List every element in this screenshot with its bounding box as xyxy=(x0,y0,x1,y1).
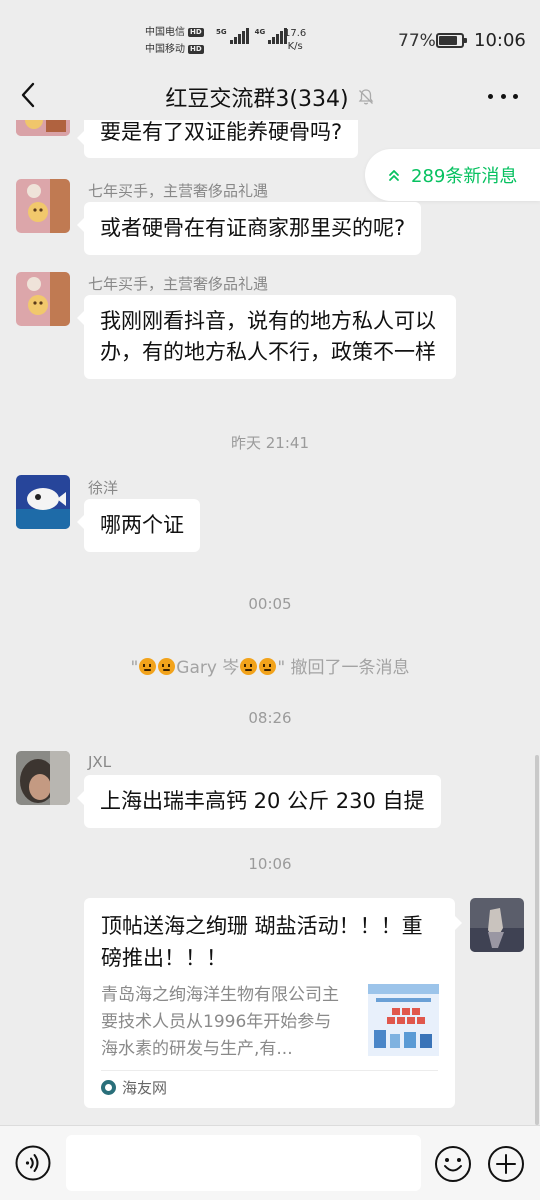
scrollbar[interactable] xyxy=(535,755,539,1125)
signal-strength: 5G 4G xyxy=(216,28,288,44)
link-card-title: 顶帖送海之绚珊 瑚盐活动！！！重磅推出！！！ xyxy=(101,914,423,970)
chat-header: 红豆交流群3(334) xyxy=(0,70,540,120)
link-card[interactable]: 顶帖送海之绚珊 瑚盐活动！！！重磅推出！！！ 青岛海之绚海洋生物有限公司主要技术… xyxy=(84,898,462,1108)
hd-badge: HD xyxy=(188,45,204,54)
plus-icon xyxy=(488,1146,524,1182)
status-time: 10:06 xyxy=(474,30,526,51)
timestamp: 昨天 21:41 xyxy=(231,434,309,452)
link-card-divider xyxy=(101,1070,438,1071)
carrier-info: 中国电信 HD 中国移动 HD xyxy=(145,24,204,58)
hd-badge: HD xyxy=(188,28,204,37)
input-bar xyxy=(0,1125,540,1200)
avatar[interactable] xyxy=(16,179,70,233)
new-messages-label: 289条新消息 xyxy=(411,166,518,187)
link-card-thumbnail xyxy=(368,984,439,1056)
avatar[interactable] xyxy=(16,120,70,136)
sender-name: 七年买手，主营奢侈品礼遇 xyxy=(88,275,269,293)
voice-icon xyxy=(15,1145,51,1181)
tiger-emoji-icon xyxy=(158,658,176,675)
link-card-source: 海友网 xyxy=(101,1077,167,1098)
battery-percent: 77% xyxy=(398,31,436,51)
carrier-name-2: 中国移动 xyxy=(145,44,185,55)
self-avatar[interactable] xyxy=(470,898,524,952)
status-bar: 中国电信 HD 中国移动 HD 5G 4G 17.6 K/s 77% 10:06 xyxy=(0,0,540,70)
message-bubble[interactable]: 要是有了双证能养硬骨吗? xyxy=(76,120,359,158)
tiger-emoji-icon xyxy=(240,658,258,675)
new-messages-button[interactable]: 289条新消息 xyxy=(365,149,540,201)
link-card-source-name: 海友网 xyxy=(122,1079,168,1097)
carrier-name-1: 中国电信 xyxy=(145,27,185,38)
avatar[interactable] xyxy=(16,272,70,326)
signal-4g-icon: 4G xyxy=(255,28,288,44)
emoji-icon xyxy=(435,1146,471,1182)
chat-title[interactable]: 红豆交流群3(334) xyxy=(165,87,348,112)
sender-name: JXL xyxy=(88,753,112,771)
double-chevron-up-icon xyxy=(389,170,399,181)
avatar[interactable] xyxy=(16,475,70,529)
message-bubble[interactable]: 或者硬骨在有证商家那里买的呢? xyxy=(76,202,422,255)
message-input[interactable] xyxy=(66,1135,421,1191)
more-functions-button[interactable] xyxy=(487,1145,525,1183)
recalled-user-name: Gary 岑 xyxy=(176,658,240,678)
recall-notice: " Gary 岑 " 撤回了一条消息 xyxy=(130,658,410,678)
tiger-emoji-icon xyxy=(139,658,157,675)
message-bubble[interactable]: 我刚刚看抖音，说有的地方私人可以办，有的地方私人不行，政策不一样 xyxy=(77,295,456,379)
link-card-description: 青岛海之绚海洋生物有限公司主要技术人员从1996年开始参与海水素的研发与生产,有… xyxy=(101,985,339,1059)
network-speed: 17.6 K/s xyxy=(284,28,307,52)
more-dots-icon xyxy=(488,93,493,99)
timestamp: 08:26 xyxy=(248,709,292,727)
message-bubble[interactable]: 哪两个证 xyxy=(77,499,200,552)
message-list[interactable]: 要是有了双证能养硬骨吗? 289条新消息 七年买手，主营奢侈品礼遇 或者硬骨在有… xyxy=(0,120,540,1125)
battery-icon xyxy=(436,33,467,48)
avatar[interactable] xyxy=(16,751,70,805)
tiger-emoji-icon xyxy=(259,658,277,675)
voice-button[interactable] xyxy=(15,1145,51,1181)
source-logo-icon xyxy=(101,1080,116,1095)
sender-name: 七年买手，主营奢侈品礼遇 xyxy=(88,182,269,200)
emoji-button[interactable] xyxy=(434,1145,472,1183)
timestamp: 00:05 xyxy=(248,595,292,613)
timestamp: 10:06 xyxy=(248,855,292,873)
bell-off-icon xyxy=(358,89,373,105)
signal-5g-icon: 5G xyxy=(216,28,249,44)
sender-name: 徐洋 xyxy=(88,479,119,497)
more-options-button[interactable] xyxy=(488,82,518,110)
message-bubble[interactable]: 上海出瑞丰高钙 20 公斤 230 自提 xyxy=(77,775,441,828)
